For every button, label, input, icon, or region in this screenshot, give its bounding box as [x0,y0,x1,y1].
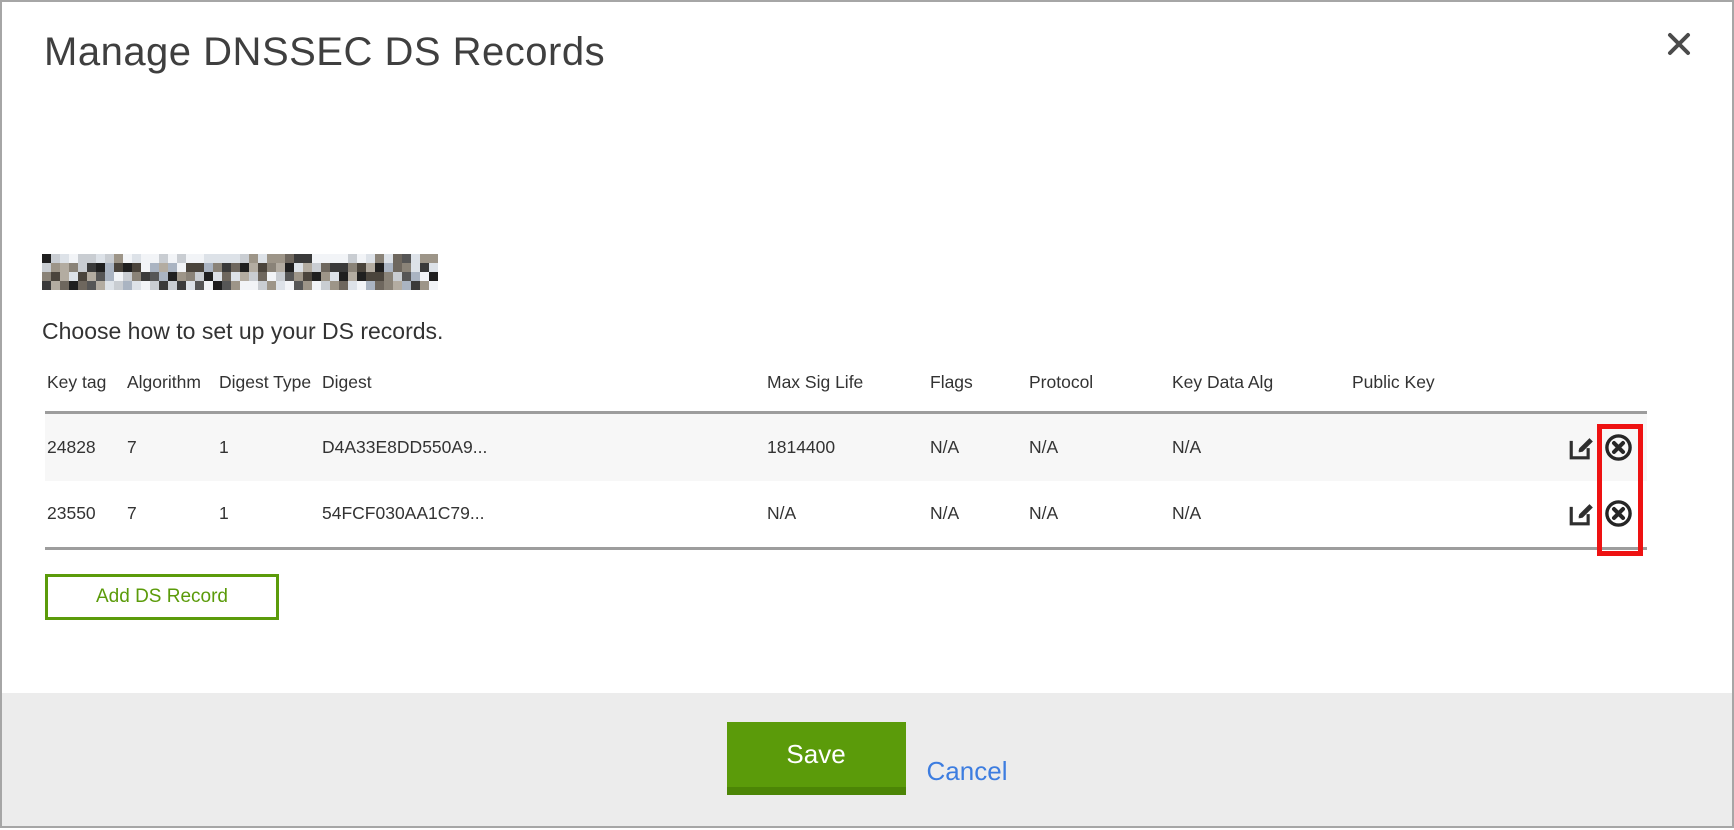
close-dialog-button[interactable] [1662,28,1696,62]
manage-dnssec-ds-records-dialog: Manage DNSSEC DS Records Choose how to s… [0,0,1734,828]
edit-record-button[interactable] [1567,433,1596,462]
ds-record-row: 235507154FCF030AA1C79...N/AN/AN/AN/A [45,481,1647,549]
column-header-actions [1562,372,1647,413]
column-header-max-sig-life: Max Sig Life [765,372,928,413]
cell-digest-type: 1 [217,413,320,481]
ds-record-row: 2482871D4A33E8DD550A9...1814400N/AN/AN/A [45,413,1647,481]
delete-record-button[interactable] [1604,499,1633,528]
cell-max-sig-life: 1814400 [765,413,928,481]
table-header-row: Key tagAlgorithmDigest TypeDigestMax Sig… [45,372,1647,413]
cell-key-tag: 23550 [45,481,125,549]
row-actions-cell [1562,481,1647,549]
row-actions-cell [1562,413,1647,481]
column-header-digest-type: Digest Type [217,372,320,413]
column-header-key-data-alg: Key Data Alg [1170,372,1350,413]
ds-records-table: Key tagAlgorithmDigest TypeDigestMax Sig… [45,372,1647,550]
cell-max-sig-life: N/A [765,481,928,549]
column-header-protocol: Protocol [1027,372,1170,413]
dialog-title: Manage DNSSEC DS Records [44,30,605,75]
cell-protocol: N/A [1027,413,1170,481]
edit-pencil-icon [1567,433,1596,462]
cell-key-data-alg: N/A [1170,481,1350,549]
column-header-flags: Flags [928,372,1027,413]
delete-record-button[interactable] [1604,433,1633,462]
dialog-footer: Save Cancel [2,693,1732,826]
cell-public-key [1350,413,1562,481]
cell-flags: N/A [928,481,1027,549]
cell-digest-type: 1 [217,481,320,549]
column-header-public-key: Public Key [1350,372,1562,413]
cell-key-data-alg: N/A [1170,413,1350,481]
column-header-key-tag: Key tag [45,372,125,413]
close-icon [1665,30,1693,61]
edit-pencil-icon [1567,499,1596,528]
delete-circle-x-icon [1604,433,1633,462]
delete-circle-x-icon [1604,499,1633,528]
cell-public-key [1350,481,1562,549]
redacted-domain-name [42,254,438,290]
cell-digest: D4A33E8DD550A9... [320,413,765,481]
cell-algorithm: 7 [125,413,217,481]
cell-algorithm: 7 [125,481,217,549]
cell-key-tag: 24828 [45,413,125,481]
edit-record-button[interactable] [1567,499,1596,528]
save-button[interactable]: Save [727,722,906,795]
column-header-algorithm: Algorithm [125,372,217,413]
cell-flags: N/A [928,413,1027,481]
add-ds-record-button[interactable]: Add DS Record [45,574,279,620]
cancel-link[interactable]: Cancel [927,756,1008,787]
cell-digest: 54FCF030AA1C79... [320,481,765,549]
setup-instruction-text: Choose how to set up your DS records. [42,318,443,345]
cell-protocol: N/A [1027,481,1170,549]
column-header-digest: Digest [320,372,765,413]
